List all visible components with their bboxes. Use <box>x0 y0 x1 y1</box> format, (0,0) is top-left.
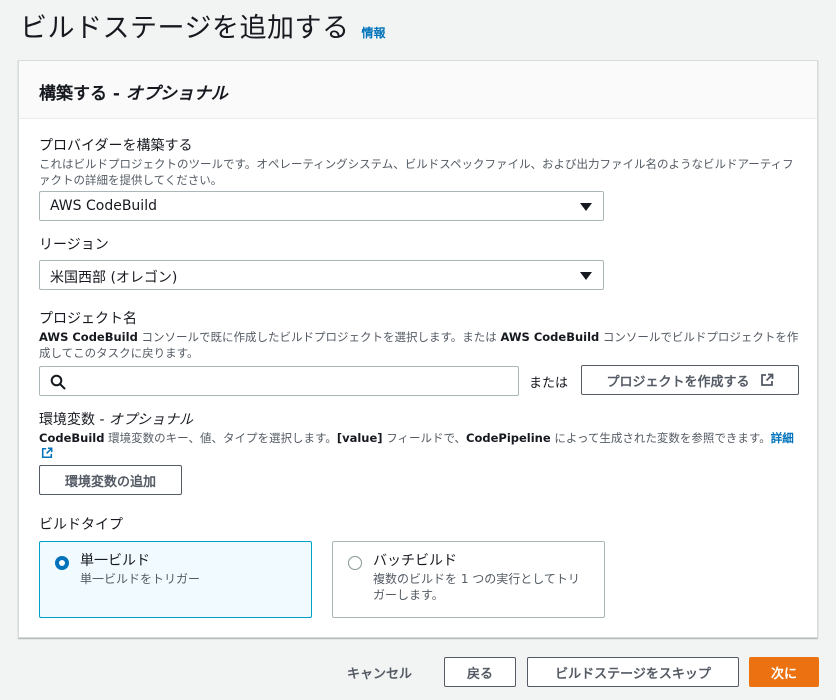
radio-description: 単一ビルドをトリガー <box>80 572 201 586</box>
panel-title: 構築する - オプショナル <box>39 84 228 104</box>
env-field: 環境変数 - オプショナル CodeBuild 環境変数のキー、値、タイプを選択… <box>39 411 804 462</box>
skip-build-stage-button[interactable]: ビルドステージをスキップ <box>527 657 739 687</box>
caret-down-icon <box>580 203 592 211</box>
radio-description: 複数のビルドを 1 つの実行としてトリガーします。 <box>373 572 580 602</box>
build-panel: 構築する - オプショナル プロバイダーを構築する これはビルドプロジェクトのツ… <box>18 60 818 638</box>
project-description: AWS CodeBuild コンソールで既に作成したビルドプロジェクトを選択しま… <box>39 330 799 360</box>
panel-header: 構築する - オプショナル <box>19 61 817 119</box>
env-label: 環境変数 - オプショナル <box>39 412 193 428</box>
info-link[interactable]: 情報 <box>361 24 385 41</box>
env-description: CodeBuild 環境変数のキー、値、タイプを選択します。[value] フィ… <box>39 430 804 462</box>
external-link-icon <box>760 373 773 386</box>
env-details-link[interactable]: 詳細 <box>771 431 794 445</box>
project-search-input[interactable] <box>72 371 512 391</box>
radio-title: 単一ビルド <box>80 553 150 569</box>
region-select-value: 米国西部 (オレゴン) <box>50 270 178 286</box>
region-label: リージョン <box>39 237 109 253</box>
create-project-button[interactable]: プロジェクトを作成する <box>581 365 799 395</box>
build-type-label: ビルドタイプ <box>39 517 123 533</box>
caret-down-icon <box>580 272 592 280</box>
provider-select-value: AWS CodeBuild <box>50 198 157 214</box>
radio-title: バッチビルド <box>373 553 457 569</box>
radio-button-unchecked[interactable] <box>348 556 362 570</box>
build-type-field: ビルドタイプ <box>39 516 123 534</box>
project-search[interactable] <box>39 366 519 396</box>
next-button[interactable]: 次に <box>749 657 819 687</box>
search-icon <box>50 374 66 390</box>
add-env-var-button[interactable]: 環境変数の追加 <box>39 465 182 495</box>
provider-select[interactable]: AWS CodeBuild <box>39 191 604 221</box>
page-title: ビルドステージを追加する <box>20 13 350 44</box>
region-select[interactable]: 米国西部 (オレゴン) <box>39 260 604 290</box>
provider-field: プロバイダーを構築する これはビルドプロジェクトのツールです。オペレーティングシ… <box>39 137 799 188</box>
project-field: プロジェクト名 AWS CodeBuild コンソールで既に作成したビルドプロジ… <box>39 310 799 361</box>
external-link-icon[interactable] <box>41 447 53 459</box>
back-button[interactable]: 戻る <box>444 657 516 687</box>
radio-batch-build[interactable]: バッチビルド 複数のビルドを 1 つの実行としてトリガーします。 <box>332 541 605 618</box>
radio-button-checked[interactable] <box>55 556 69 570</box>
region-field: リージョン <box>39 236 109 254</box>
radio-single-build[interactable]: 単一ビルド 単一ビルドをトリガー <box>39 541 312 618</box>
provider-label: プロバイダーを構築する <box>39 138 193 154</box>
or-text: または <box>529 376 569 391</box>
project-label: プロジェクト名 <box>39 311 137 327</box>
provider-description: これはビルドプロジェクトのツールです。オペレーティングシステム、ビルドスペックフ… <box>39 157 794 187</box>
page-header: ビルドステージを追加する 情報 <box>20 6 385 45</box>
cancel-button[interactable]: キャンセル <box>332 657 427 687</box>
